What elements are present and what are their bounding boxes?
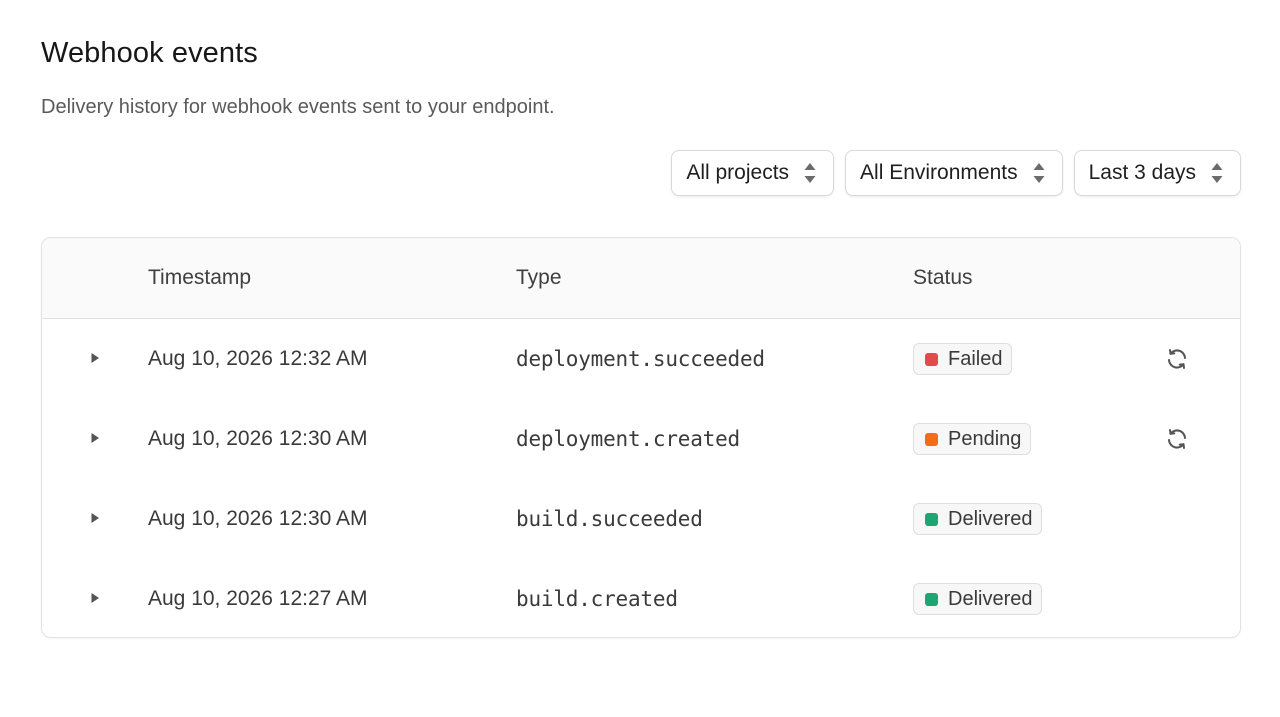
status-badge: Delivered (913, 583, 1043, 615)
column-header-type: Type (516, 266, 562, 289)
column-header-timestamp: Timestamp (148, 266, 252, 289)
caret-right-icon[interactable] (89, 591, 101, 605)
caret-right-icon[interactable] (89, 511, 101, 525)
column-header-status: Status (913, 266, 973, 289)
status-dot (925, 592, 938, 606)
timestamp-cell: Aug 10, 2026 12:27 AM (148, 587, 368, 610)
table-row[interactable]: Aug 10, 2026 12:30 AM build.succeeded Deli… (42, 479, 1240, 559)
status-badge: Delivered (913, 503, 1043, 535)
status-label: Pending (948, 427, 1022, 450)
timestamp-cell: Aug 10, 2026 12:30 AM (148, 427, 368, 450)
refresh-icon[interactable] (1165, 347, 1189, 371)
filter-bar: All projects All Environments Last 3 day… (671, 150, 1241, 196)
status-label: Failed (948, 347, 1003, 370)
page-subtitle: Delivery history for webhook events sent… (41, 96, 555, 118)
environment-select-label: All Environments (860, 161, 1018, 184)
status-label: Delivered (948, 587, 1033, 610)
environment-select[interactable]: All Environments (845, 150, 1063, 196)
status-label: Delivered (948, 507, 1033, 530)
caret-right-icon[interactable] (89, 351, 101, 365)
sort-arrows-icon (1032, 160, 1046, 186)
caret-right-icon[interactable] (89, 431, 101, 445)
timestamp-cell: Aug 10, 2026 12:32 AM (148, 347, 368, 370)
status-dot (925, 512, 938, 526)
event-type-cell: deployment.created (516, 427, 740, 451)
date-range-select-label: Last 3 days (1088, 161, 1196, 184)
event-type-cell: build.succeeded (516, 507, 703, 531)
timestamp-cell: Aug 10, 2026 12:30 AM (148, 507, 368, 530)
status-dot (925, 352, 938, 366)
table-row[interactable]: Aug 10, 2026 12:32 AM deployment.succeede… (42, 319, 1240, 399)
date-range-select[interactable]: Last 3 days (1073, 150, 1241, 196)
table-row[interactable]: Aug 10, 2026 12:27 AM build.created Delive… (42, 559, 1240, 637)
status-badge: Pending (913, 423, 1032, 455)
page-title: Webhook events (41, 37, 258, 69)
sort-arrows-icon (1210, 160, 1224, 186)
status-dot (925, 432, 938, 446)
event-type-cell: build.created (516, 587, 678, 611)
refresh-icon[interactable] (1165, 427, 1189, 451)
sort-arrows-icon (803, 160, 817, 186)
table-header: Timestamp Type Status (42, 238, 1240, 319)
table-body: Aug 10, 2026 12:32 AM deployment.succeede… (42, 319, 1240, 637)
webhook-events-table: Timestamp Type Status Aug 10, 2026 12:32… (41, 237, 1241, 638)
event-type-cell: deployment.succeeded (516, 347, 765, 371)
project-select-label: All projects (686, 161, 790, 184)
project-select[interactable]: All projects (671, 150, 835, 196)
status-badge: Failed (913, 343, 1013, 375)
table-row[interactable]: Aug 10, 2026 12:30 AM deployment.created P… (42, 399, 1240, 479)
